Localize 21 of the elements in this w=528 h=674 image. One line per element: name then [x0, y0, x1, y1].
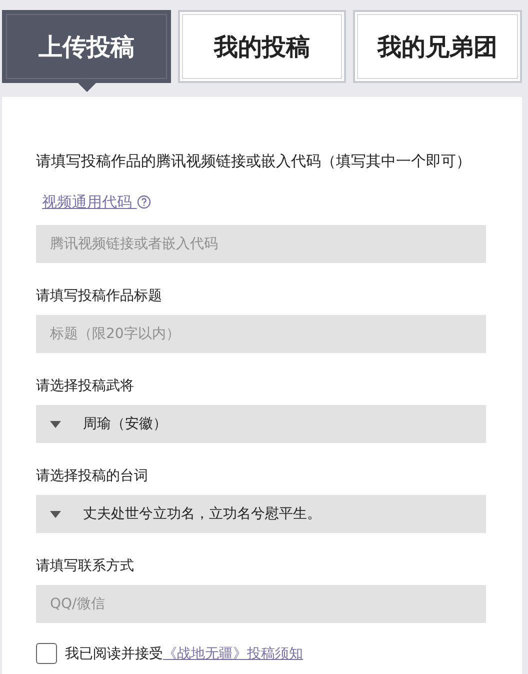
checkbox[interactable] [36, 643, 57, 664]
input-field[interactable]: 腾讯视频链接或者嵌入代码 [36, 225, 486, 263]
tab[interactable]: 上传投稿 [2, 10, 171, 83]
guidelines-link[interactable]: 《战地无疆》投稿须知 [163, 644, 303, 662]
field-label: 请填写联系方式 [36, 557, 135, 576]
intro-text: 请填写投稿作品的腾讯视频链接或嵌入代码（填写其中一个即可） 视频通用代码 [36, 151, 472, 213]
select-field[interactable]: 周瑜（安徽） [36, 405, 486, 443]
video-code-link[interactable]: 视频通用代码 [42, 193, 151, 211]
field-label: 请选择投稿的台词 [36, 467, 149, 486]
tab[interactable]: 我的投稿 [178, 10, 346, 83]
tab-pointer-icon [78, 83, 96, 92]
caret-icon [50, 510, 61, 518]
tab[interactable]: 我的兄弟团 [353, 10, 522, 83]
field-label: 请填写投稿作品标题 [36, 287, 163, 306]
select-field[interactable]: 丈夫处世兮立功名，立功名兮慰平生。 [36, 495, 486, 533]
help-icon [136, 195, 151, 209]
caret-icon [50, 420, 61, 428]
agreement-text: 我已阅读并接受 [65, 644, 163, 662]
field-label: 请选择投稿武将 [36, 377, 135, 396]
input-field[interactable]: QQ/微信 [36, 585, 486, 623]
input-field[interactable]: 标题（限20字以内） [36, 315, 486, 353]
